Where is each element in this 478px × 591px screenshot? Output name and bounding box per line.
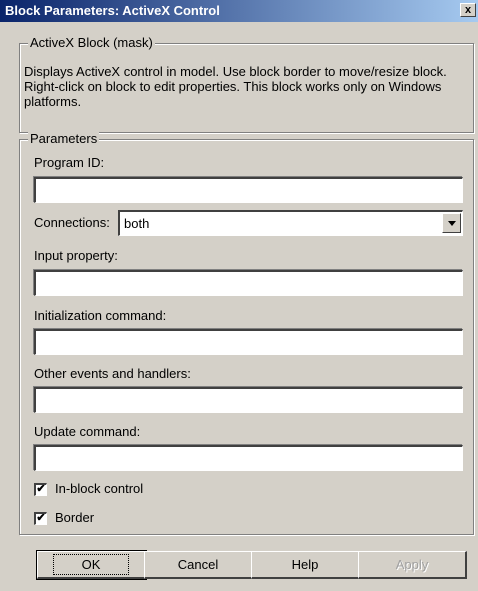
- mask-group-legend: ActiveX Block (mask): [28, 35, 155, 50]
- parameters-group-legend: Parameters: [28, 131, 100, 146]
- connections-select[interactable]: both: [118, 210, 463, 236]
- cancel-button[interactable]: Cancel: [144, 551, 253, 579]
- update-command-input[interactable]: [34, 445, 463, 471]
- init-command-input[interactable]: [34, 329, 463, 355]
- border-label: Border: [55, 510, 95, 525]
- in-block-control-label: In-block control: [55, 481, 144, 496]
- other-events-label: Other events and handlers:: [34, 366, 191, 381]
- program-id-label: Program ID:: [34, 155, 105, 170]
- input-property-label: Input property:: [34, 248, 118, 263]
- border-checkbox[interactable]: ✔: [34, 512, 47, 525]
- close-icon[interactable]: x: [460, 3, 476, 17]
- in-block-control-checkbox[interactable]: ✔: [34, 483, 47, 496]
- chevron-down-icon[interactable]: [442, 213, 461, 233]
- connections-label: Connections:: [34, 215, 110, 230]
- other-events-input[interactable]: [34, 387, 463, 413]
- connections-value: both: [124, 216, 150, 231]
- update-command-label: Update command:: [34, 424, 141, 439]
- apply-button[interactable]: Apply: [358, 551, 467, 579]
- init-command-label: Initialization command:: [34, 308, 167, 323]
- title-bar: Block Parameters: ActiveX Control x: [0, 0, 478, 22]
- mask-description: Displays ActiveX control in model. Use b…: [24, 64, 447, 109]
- ok-button-label: OK: [52, 554, 130, 575]
- help-button[interactable]: Help: [251, 551, 360, 579]
- window-title: Block Parameters: ActiveX Control: [5, 3, 220, 18]
- input-property-input[interactable]: [34, 270, 463, 296]
- ok-button[interactable]: OK: [36, 550, 147, 580]
- program-id-input[interactable]: [34, 177, 463, 203]
